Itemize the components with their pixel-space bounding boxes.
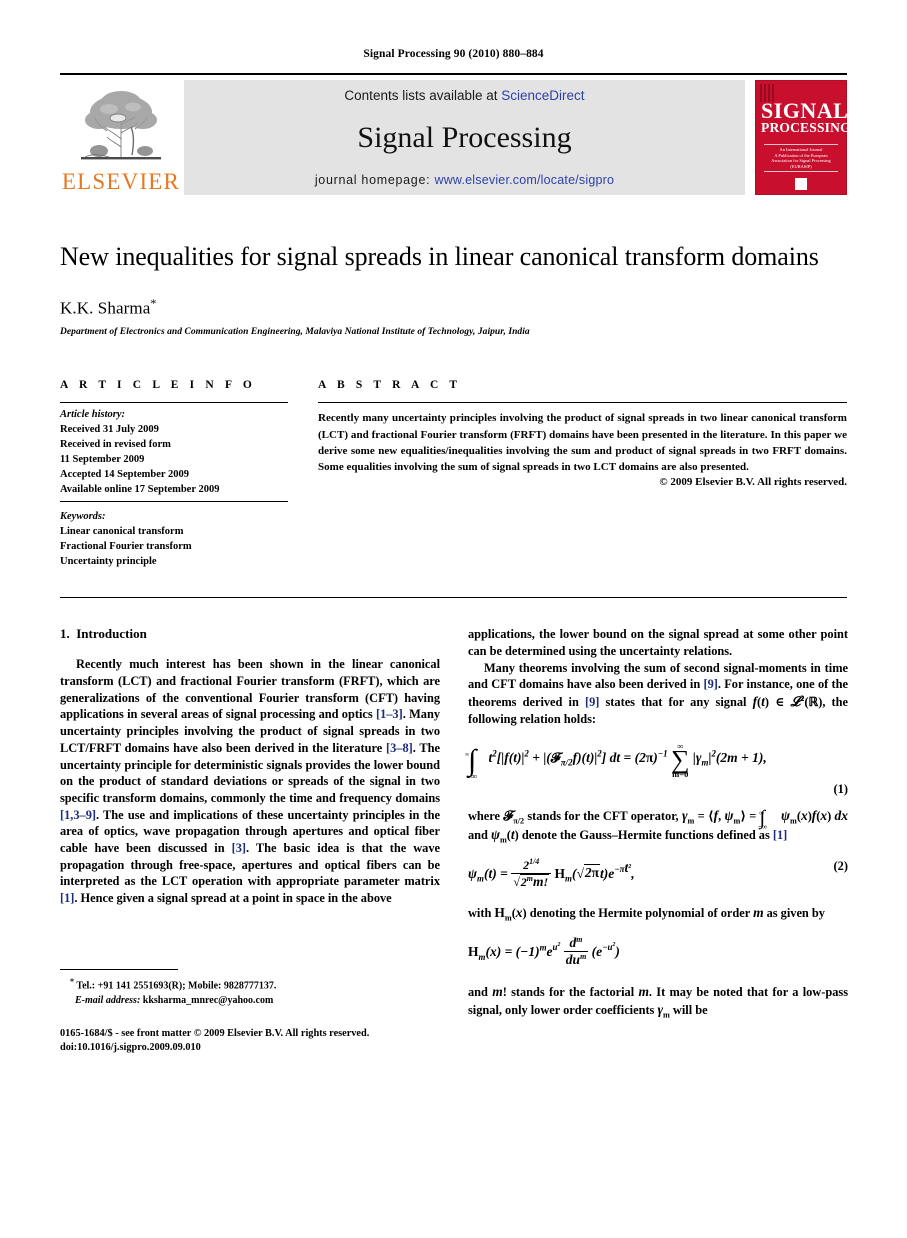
author-list: K.K. Sharma* [60,296,847,319]
journal-homepage-link[interactable]: www.elsevier.com/locate/sigpro [434,173,614,187]
elsevier-wordmark: ELSEVIER [61,169,181,194]
page-title: New inequalities for signal spreads in l… [60,242,819,271]
citation-1[interactable]: [1] [60,891,74,905]
citation-3-8[interactable]: [3–8] [386,741,413,755]
cover-title-line1: SIGNAL [761,98,849,123]
equation-3-body: Hm(x) = (−1)meu2 dm dum (e−u2) [468,934,620,968]
abstract-text: Recently many uncertainty principles inv… [318,412,847,473]
equation-1-number: (1) [833,781,848,796]
keyword-item: Linear canonical transform [60,525,184,537]
paper-page: Signal Processing 90 (2010) 880–884 ELSE… [0,0,907,1238]
keyword-item: Fractional Fourier transform [60,540,192,552]
citation-1-c[interactable]: [1] [773,828,787,842]
issn-line: 0165-1684/$ - see front matter © 2009 El… [60,1027,370,1039]
copyright-line: © 2009 Elsevier B.V. All rights reserved… [659,476,847,489]
abstract-heading: A B S T R A C T [318,379,462,392]
left-column: 1. Introduction Recently much interest h… [60,626,440,1056]
citation-9-b[interactable]: [9] [585,695,599,709]
journal-masthead: ELSEVIER Contents lists available at Sci… [60,73,851,195]
paragraph-right-1: applications, the lower bound on the sig… [468,627,848,659]
keyword-item: Uncertainty principle [60,555,157,567]
sciencedirect-link[interactable]: ScienceDirect [501,88,584,103]
cover-title-line2: PROCESSING [761,119,851,135]
author-footnote-marker[interactable]: * [150,296,156,310]
section-name: Introduction [76,626,147,642]
author-name: K.K. Sharma [60,298,151,318]
section-heading-introduction: 1. Introduction [60,626,440,642]
journal-homepage-line: journal homepage: www.elsevier.com/locat… [315,173,614,187]
article-info-heading: A R T I C L E I N F O [60,379,256,392]
citation-3[interactable]: [3] [232,841,246,855]
email-label: E-mail address: [75,994,141,1006]
history-item: Received 31 July 2009 [60,424,159,436]
keywords-label: Keywords: [60,510,106,522]
equation-2: ψm(t) = 21/4 √2mm! Hm(√2πt)e−πt2, (2) [468,856,848,891]
body-columns: 1. Introduction Recently much interest h… [60,626,849,1056]
cover-strip-line2: A Publication of the European Associatio… [771,152,831,169]
email-address[interactable]: kksharma_mnrec@yahoo.com [143,995,274,1006]
history-item: Available online 17 September 2009 [60,483,220,495]
history-item: Received in revised form [60,439,171,451]
info-abstract-bottom-rule [60,597,847,599]
citation-9-a[interactable]: [9] [703,677,717,691]
keywords-block: Keywords: Linear canonical transform Fra… [60,502,288,570]
equation-1-body: ∫−∞∞ t2[|f(t)|2 + |(𝓕π/2f)(t)|2] dt = (2… [465,741,767,781]
history-item: 11 September 2009 [60,454,145,466]
contents-prefix: Contents lists available at [344,88,498,103]
cover-title: SIGNAL PROCESSING [756,98,851,135]
running-head: Signal Processing 90 (2010) 880–884 [363,48,544,60]
journal-title: Signal Processing [357,121,572,154]
article-history-block: Article history: Received 31 July 2009 R… [60,402,288,502]
paragraph-right-5: and m! stands for the factorial m. It ma… [468,983,848,1020]
citation-1-3[interactable]: [1–3] [376,707,403,721]
affiliation: Department of Electronics and Communicat… [60,327,530,338]
homepage-prefix: journal homepage: [314,173,431,187]
correspondence-footnote: * Tel.: +91 141 2551693(R); Mobile: 9828… [60,976,440,1008]
equation-2-number: (2) [833,858,848,873]
cover-emblem-icon [795,178,807,190]
paragraph-right-3: where 𝓕π/2 stands for the CFT operator, … [468,807,849,845]
footer-imprint: 0165-1684/$ - see front matter © 2009 El… [60,1027,440,1056]
paragraph-right-2: Many theorems involving the sum of secon… [468,660,848,727]
doi-line: doi:10.1016/j.sigpro.2009.09.010 [60,1042,201,1054]
title-block: New inequalities for signal spreads in l… [60,241,847,337]
elsevier-logo: ELSEVIER [60,80,182,195]
cover-strip: An International Journal A Publication o… [764,144,838,172]
article-info-column: A R T I C L E I N F O Article history: R… [60,379,288,569]
footnote-marker: * [70,976,74,986]
equation-1: ∫−∞∞ t2[|f(t)|2 + |(𝓕π/2f)(t)|2] dt = (2… [465,741,848,781]
right-column: applications, the lower bound on the sig… [465,626,849,1056]
fraction: 21/4 √2mm! [511,857,552,890]
history-item: Accepted 14 September 2009 [60,469,189,481]
paragraph-right-4: with Hm(x) denoting the Hermite polynomi… [468,905,825,923]
summation-sign-icon: ∞ ∑ m=0 [670,741,690,779]
info-abstract-region: A R T I C L E I N F O Article history: R… [60,379,847,569]
contents-available-line: Contents lists available at ScienceDirec… [344,88,584,103]
equation-2-body: ψm(t) = 21/4 √2mm! Hm(√2πt)e−πt2, [468,856,635,890]
masthead-band: Contents lists available at ScienceDirec… [184,80,745,195]
elsevier-tree-icon [81,91,161,160]
footnote-region: * Tel.: +91 141 2551693(R); Mobile: 9828… [60,968,440,1057]
footnote-tel: Tel.: +91 141 2551693(R); Mobile: 982877… [76,979,277,991]
journal-cover-thumbnail: SIGNAL PROCESSING An International Journ… [755,80,851,195]
citation-1-3-9[interactable]: [1,3–9] [60,808,96,822]
section-number: 1. [60,626,70,642]
abstract-column: A B S T R A C T Recently many uncertaint… [318,379,847,569]
footnote-rule [60,968,178,970]
abstract-rule: Recently many uncertainty principles inv… [318,402,847,488]
derivative-fraction: dm dum [563,934,589,968]
paragraph-intro-1: Recently much interest has been shown in… [60,657,440,905]
equation-3: Hm(x) = (−1)meu2 dm dum (e−u2) [468,934,848,969]
article-history-label: Article history: [60,409,126,421]
